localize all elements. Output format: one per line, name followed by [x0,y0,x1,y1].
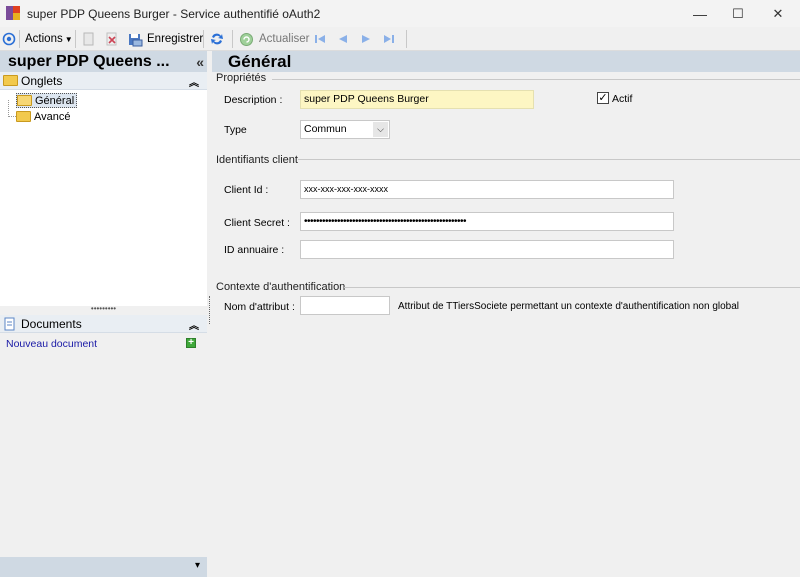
next-record-icon[interactable] [359,29,373,49]
group-divider [344,287,800,288]
client-id-label: Client Id : [224,184,269,196]
window-title: super PDP Queens Burger - Service authen… [27,7,321,21]
tree-item-label: Avancé [34,110,71,123]
add-document-icon[interactable]: + [186,338,196,348]
documents-section-label: Documents [21,316,82,331]
tabs-section-label: Onglets [21,73,63,88]
actions-label: Actions [25,33,63,45]
folder-icon [3,75,18,86]
proprietes-group-title: Propriétés [216,72,267,84]
first-record-icon[interactable] [313,29,327,49]
save-label: Enregistrer [147,33,204,45]
group-divider [272,79,800,80]
last-record-icon[interactable] [382,29,396,49]
identifiants-group-title: Identifiants client [216,154,298,166]
title-bar: super PDP Queens Burger - Service authen… [0,0,800,27]
refresh-button[interactable]: Actualiser [239,29,310,49]
main-panel: Général Propriétés Description : super P… [212,51,800,577]
actif-checkbox[interactable]: ✓ [597,92,609,104]
open-folder-icon [17,95,32,106]
save-icon [129,33,143,46]
type-select[interactable]: Commun ⌵ [300,120,390,139]
actions-menu[interactable]: Actions ▼ [25,29,73,49]
document-icon [4,317,15,330]
folder-icon [16,111,31,122]
expand-icon[interactable]: ▾ [195,560,200,571]
actif-label: Actif [612,93,633,105]
nom-attribut-label: Nom d'attribut : [224,301,295,313]
tree-item-avance[interactable]: Avancé [16,109,71,124]
collapse-panel-icon[interactable]: « [196,52,204,72]
id-annuaire-input[interactable] [300,240,674,259]
nom-attribut-input[interactable] [300,296,390,315]
description-input[interactable]: super PDP Queens Burger [300,90,534,109]
toolbar: Actions ▼ Enregistrer Actualiser [0,27,800,51]
nom-attribut-help: Attribut de TTiersSociete permettant un … [398,301,740,312]
minimize-button[interactable]: — [680,0,720,27]
client-id-input[interactable]: xxx-xxx-xxx-xxx-xxxx [300,180,674,199]
app-icon [6,6,20,20]
chevron-down-icon[interactable]: ⌵ [373,122,388,137]
chevron-down-icon: ▼ [64,34,73,44]
page-title: Général [212,51,800,72]
options-icon[interactable] [2,29,16,49]
previous-record-icon[interactable] [336,29,350,49]
id-annuaire-label: ID annuaire : [224,244,285,256]
new-icon[interactable] [82,29,95,49]
left-panel: super PDP Queens ... « Onglets ︽ Général… [0,51,207,577]
tree-item-label: Général [35,94,75,107]
tabs-section-header[interactable]: Onglets ︽ [0,72,207,90]
type-select-value: Commun [304,123,347,135]
type-label: Type [224,124,247,136]
contexte-group-title: Contexte d'authentification [216,281,346,293]
refresh-icon [240,32,253,46]
description-label: Description : [224,94,283,106]
sync-icon[interactable] [209,29,225,49]
documents-body: Nouveau document + [0,333,207,557]
horizontal-splitter[interactable]: ••••••••• [0,305,207,314]
maximize-button[interactable]: ☐ [718,0,758,27]
tree-item-general[interactable]: Général [16,93,78,108]
group-divider [298,159,800,160]
record-title: super PDP Queens ... « [0,51,207,72]
client-secret-input[interactable]: ••••••••••••••••••••••••••••••••••••••••… [300,212,674,231]
documents-section-header[interactable]: Documents ︽ [0,315,207,333]
record-title-text: super PDP Queens ... [8,53,170,70]
close-button[interactable]: ✕ [758,0,798,27]
client-secret-label: Client Secret : [224,217,290,229]
save-button[interactable]: Enregistrer [128,29,203,49]
collapse-section-icon[interactable]: ︽ [189,74,199,89]
delete-icon[interactable] [105,29,119,49]
tabs-tree: Général Avancé [0,90,207,306]
refresh-label: Actualiser [259,33,310,45]
tree-connector [8,100,16,117]
collapse-section-icon[interactable]: ︽ [189,317,199,332]
left-footer: ▾ [0,557,207,577]
new-document-link[interactable]: Nouveau document [6,338,97,350]
